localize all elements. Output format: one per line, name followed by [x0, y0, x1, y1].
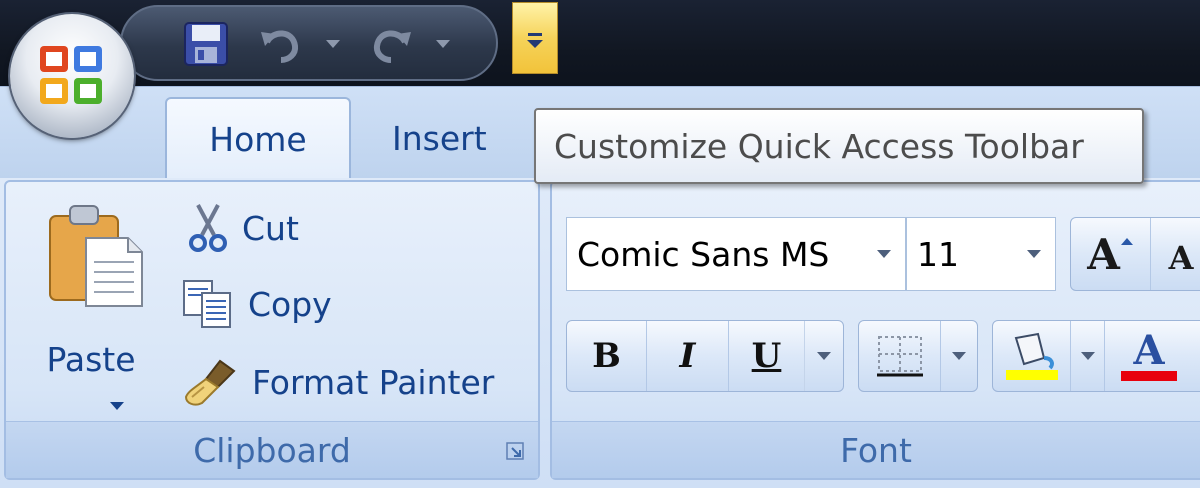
copy-icon — [183, 280, 231, 328]
chevron-down-icon — [110, 402, 124, 410]
undo-dropdown[interactable] — [320, 21, 346, 67]
customize-qat-button[interactable] — [512, 2, 558, 74]
italic-button[interactable]: I — [647, 321, 729, 391]
font-color-icon: A — [1133, 327, 1165, 374]
chevron-down-icon — [436, 40, 450, 48]
shrink-font-icon: A — [1168, 239, 1194, 277]
font-size-value: 11 — [917, 234, 959, 274]
clipboard-group: Paste Cut Copy Format Painter Clipboard — [4, 180, 540, 480]
font-color-swatch — [1121, 371, 1177, 381]
bold-button[interactable]: B — [567, 321, 647, 391]
clipboard-group-label: Clipboard — [6, 421, 538, 478]
fill-color-dropdown[interactable] — [1071, 321, 1105, 391]
redo-icon — [373, 30, 411, 63]
clipboard-label-text: Clipboard — [193, 430, 351, 470]
paste-button[interactable]: Paste — [28, 196, 154, 426]
chevron-down-icon — [877, 250, 891, 258]
borders-button-group — [858, 320, 978, 392]
chevron-down-icon — [952, 352, 966, 360]
cut-button[interactable]: Cut — [188, 202, 299, 254]
underline-button[interactable]: U — [729, 321, 805, 391]
grow-font-icon: A — [1087, 229, 1120, 279]
font-family-value: Comic Sans MS — [577, 234, 830, 274]
chevron-down-icon — [326, 40, 340, 48]
cut-label: Cut — [242, 208, 299, 248]
borders-button[interactable] — [859, 321, 941, 391]
save-button[interactable] — [180, 21, 232, 67]
redo-button[interactable] — [368, 21, 414, 67]
borders-icon — [876, 336, 923, 377]
underline-icon: U — [751, 336, 782, 376]
paint-bucket-icon — [1005, 332, 1058, 380]
undo-icon — [261, 30, 299, 63]
undo-button[interactable] — [258, 21, 304, 67]
tooltip-text: Customize Quick Access Toolbar — [554, 126, 1084, 166]
fill-color-button[interactable] — [993, 321, 1071, 391]
format-painter-button[interactable]: Format Painter — [182, 356, 494, 408]
format-painter-label: Format Painter — [252, 362, 495, 402]
grow-font-button[interactable]: A — [1071, 218, 1151, 290]
dialog-launcher-icon[interactable] — [506, 442, 524, 460]
copy-button[interactable]: Copy — [182, 278, 332, 330]
font-group-label: Font — [552, 421, 1200, 478]
office-logo-icon — [40, 46, 102, 104]
chevron-down-icon — [1027, 250, 1041, 258]
tab-insert[interactable]: Insert — [392, 108, 487, 168]
tab-home[interactable]: Home — [165, 97, 351, 179]
redo-dropdown[interactable] — [430, 21, 456, 67]
chevron-down-icon — [1080, 352, 1095, 360]
italic-icon: I — [679, 336, 696, 376]
caret-up-icon — [1120, 238, 1133, 245]
bold-icon: B — [592, 336, 621, 376]
shrink-font-button[interactable]: A — [1151, 218, 1200, 290]
borders-dropdown[interactable] — [941, 321, 977, 391]
quick-access-toolbar — [120, 5, 498, 81]
highlight-color-swatch — [1005, 370, 1058, 380]
color-button-group: A — [992, 320, 1200, 392]
font-family-combo[interactable]: Comic Sans MS — [566, 217, 906, 291]
office-button[interactable] — [10, 14, 134, 138]
underline-dropdown[interactable] — [805, 321, 843, 391]
format-painter-icon — [184, 359, 236, 406]
font-size-buttons: A A — [1070, 217, 1200, 291]
save-icon — [184, 22, 228, 66]
copy-label: Copy — [248, 284, 332, 324]
paste-icon — [49, 205, 143, 307]
customize-qat-icon — [527, 33, 543, 48]
scissors-icon — [189, 204, 227, 252]
chevron-down-icon — [817, 352, 831, 360]
font-size-combo[interactable]: 11 — [906, 217, 1056, 291]
paste-label: Paste — [46, 340, 136, 379]
font-label-text: Font — [840, 430, 912, 470]
font-style-buttons: B I U — [566, 320, 844, 392]
tooltip: Customize Quick Access Toolbar — [534, 108, 1144, 184]
font-color-button[interactable]: A — [1105, 321, 1200, 391]
